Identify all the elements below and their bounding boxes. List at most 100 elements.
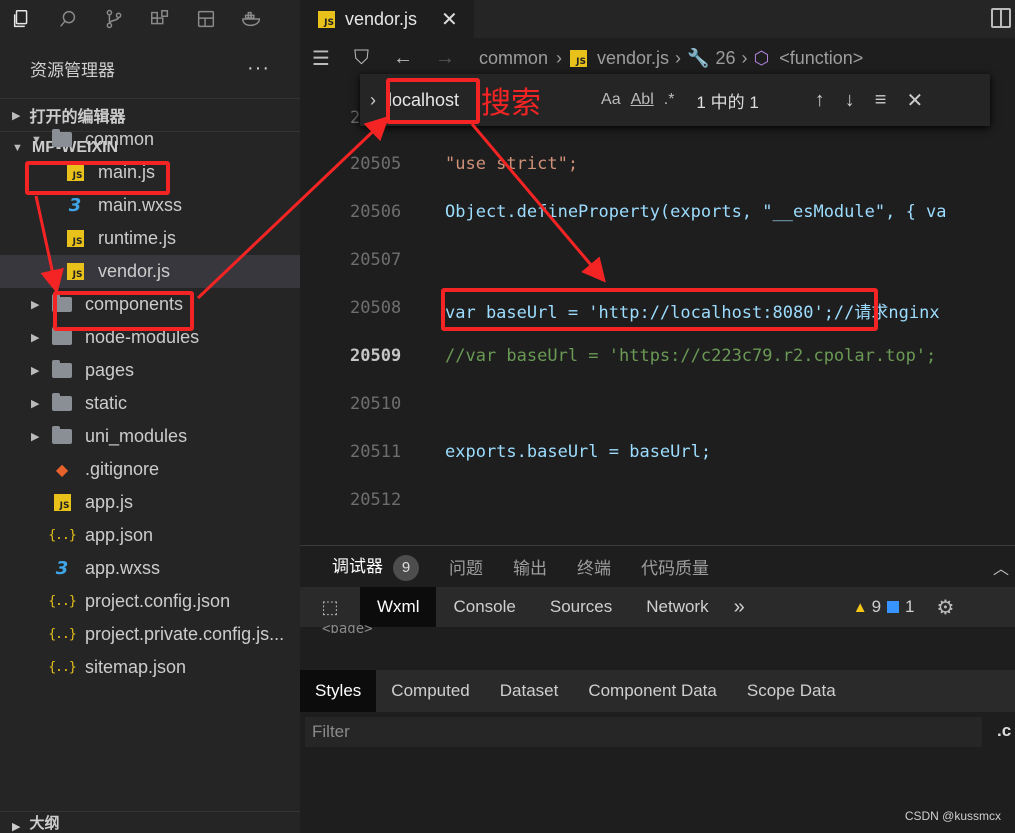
breadcrumb-folder[interactable]: common: [479, 48, 548, 69]
tab-styles[interactable]: Styles: [300, 670, 377, 712]
css-file-icon: 3: [68, 195, 82, 216]
find-in-selection-icon[interactable]: ≡: [875, 89, 887, 112]
close-icon[interactable]: ✕: [441, 7, 458, 32]
chevron-right-icon: ▶: [31, 398, 40, 410]
chevron-right-icon: ›: [675, 47, 682, 68]
tab-problems[interactable]: 问题: [449, 554, 483, 579]
forward-arrow-icon[interactable]: →: [435, 47, 455, 70]
warning-count[interactable]: 9: [872, 597, 881, 617]
tree-item-label: main.wxss: [98, 195, 183, 215]
tree-item[interactable]: ▶ static: [0, 387, 300, 420]
tab-debugger[interactable]: 调试器 9: [332, 552, 419, 581]
line-number: 20506: [350, 202, 402, 222]
tree-item-label: app.wxss: [85, 558, 161, 578]
tree-item[interactable]: {..} sitemap.json: [0, 651, 300, 684]
tree-item[interactable]: {..} project.private.config.js...: [0, 618, 300, 651]
breadcrumb: ☰ ⛉ ← → common › JS vendor.js › 🔧 26 › ⬡…: [300, 38, 1015, 78]
tab-sources[interactable]: Sources: [533, 587, 629, 627]
line-number: 20512: [350, 490, 402, 510]
code-text: "use strict";: [445, 154, 579, 174]
tab-network[interactable]: Network: [629, 587, 725, 627]
warning-icon: ▲: [852, 598, 868, 616]
tree-item[interactable]: {..} project.config.json: [0, 585, 300, 618]
tab-computed[interactable]: Computed: [376, 670, 484, 712]
message-count[interactable]: 1: [905, 597, 914, 617]
line-number: 20509: [350, 346, 402, 366]
tree-item[interactable]: JS vendor.js: [0, 255, 300, 288]
docker-icon[interactable]: [240, 7, 264, 31]
highlight-baseurl-line: [441, 288, 878, 331]
tab-output[interactable]: 输出: [513, 554, 547, 579]
tree-item[interactable]: {..} app.json: [0, 519, 300, 552]
tree-item-label: pages: [85, 360, 135, 380]
folder-icon: [52, 393, 72, 414]
search-annotation: 搜索: [481, 87, 542, 120]
tree-item-label: .gitignore: [85, 459, 160, 479]
extensions-icon[interactable]: [148, 7, 172, 31]
tab-dataset[interactable]: Dataset: [485, 670, 574, 712]
css-file-icon: 3: [55, 558, 69, 579]
split-editor-icon[interactable]: [991, 8, 1011, 28]
arrow-down-icon[interactable]: ↓: [845, 89, 855, 112]
breadcrumb-line[interactable]: 26: [715, 48, 735, 69]
chevron-right-icon[interactable]: ›: [370, 90, 376, 111]
tree-item-label: sitemap.json: [85, 657, 187, 677]
pages-icon[interactable]: [194, 7, 218, 31]
regex-icon[interactable]: .*: [664, 91, 675, 109]
tab-console[interactable]: Console: [436, 587, 532, 627]
cube-icon: ⬡: [753, 47, 770, 68]
json-file-icon: {..}: [48, 627, 76, 642]
match-case-icon[interactable]: Aa: [601, 91, 621, 109]
code-text: //var baseUrl = 'https://c223c79.r2.cpol…: [445, 346, 937, 366]
close-icon[interactable]: ✕: [906, 88, 923, 113]
folder-icon: [52, 129, 72, 150]
tree-item[interactable]: 3 app.wxss: [0, 552, 300, 585]
inspect-icon[interactable]: ⬚: [300, 597, 360, 618]
ide-window: 资源管理器 ··· ▶ 打开的编辑器 ▼ MP-WEIXIN ▼ common JS ma…: [0, 0, 1015, 833]
collapse-panel-icon[interactable]: ︿: [993, 555, 1009, 579]
arrow-up-icon[interactable]: ↑: [815, 89, 825, 112]
tree-item[interactable]: JS runtime.js: [0, 222, 300, 255]
message-icon: [887, 601, 900, 613]
tab-scope-data[interactable]: Scope Data: [732, 670, 851, 712]
tree-item[interactable]: ▶ uni_modules: [0, 420, 300, 453]
filter-class-toggle[interactable]: .c: [997, 721, 1011, 741]
bottom-panel: 调试器 9 问题 输出 终端 代码质量 ︿ ⬚ Wxml Console Sour…: [300, 545, 1015, 833]
breadcrumb-symbol[interactable]: <function>: [779, 48, 863, 69]
json-file-icon: {..}: [48, 528, 76, 543]
gear-icon[interactable]: ⚙: [937, 595, 955, 620]
bookmark-icon[interactable]: ⛉: [354, 47, 369, 70]
whole-word-icon[interactable]: Abl: [631, 91, 654, 109]
chevron-right-icon: ▶: [31, 332, 40, 344]
line-number: 20508: [350, 298, 402, 318]
tab-code-quality[interactable]: 代码质量: [641, 554, 709, 579]
highlight-common-folder: [25, 161, 170, 195]
tree-item[interactable]: ◆ .gitignore: [0, 453, 300, 486]
more-tabs-icon[interactable]: »: [734, 596, 745, 619]
tab-vendor-js[interactable]: JS vendor.js ✕: [300, 0, 474, 38]
highlight-vendor-file: [53, 291, 194, 331]
tree-item[interactable]: ▼ common: [0, 123, 300, 156]
source-control-icon[interactable]: [102, 7, 126, 31]
search-icon[interactable]: [56, 7, 80, 31]
devtools-tab-bar: ⬚ Wxml Console Sources Network » ▲ 9 1 ⚙: [300, 587, 1015, 627]
code-line: exports.baseUrl = baseUrl;: [445, 442, 711, 462]
tab-component-data[interactable]: Component Data: [573, 670, 732, 712]
tree-item[interactable]: JS app.js: [0, 486, 300, 519]
js-file-icon: JS: [318, 10, 335, 28]
more-actions-button[interactable]: ···: [247, 57, 270, 80]
tree-item-label: app.json: [85, 525, 154, 545]
tree-item[interactable]: ▶ pages: [0, 354, 300, 387]
back-arrow-icon[interactable]: ←: [393, 47, 413, 70]
tree-item-label: runtime.js: [98, 228, 177, 248]
explorer-icon[interactable]: [10, 7, 34, 31]
code-line: Object.defineProperty(exports, "__esModu…: [445, 202, 947, 222]
js-file-icon: JS: [65, 229, 85, 249]
filter-input[interactable]: Filter: [305, 717, 982, 747]
breadcrumb-file[interactable]: vendor.js: [597, 48, 669, 69]
outline-section[interactable]: ▶ 大纲: [0, 811, 300, 833]
git-file-icon: ◆: [55, 461, 69, 479]
tree-item-label: vendor.js: [98, 261, 171, 281]
list-icon[interactable]: ☰: [312, 46, 330, 71]
tab-terminal[interactable]: 终端: [577, 554, 611, 579]
